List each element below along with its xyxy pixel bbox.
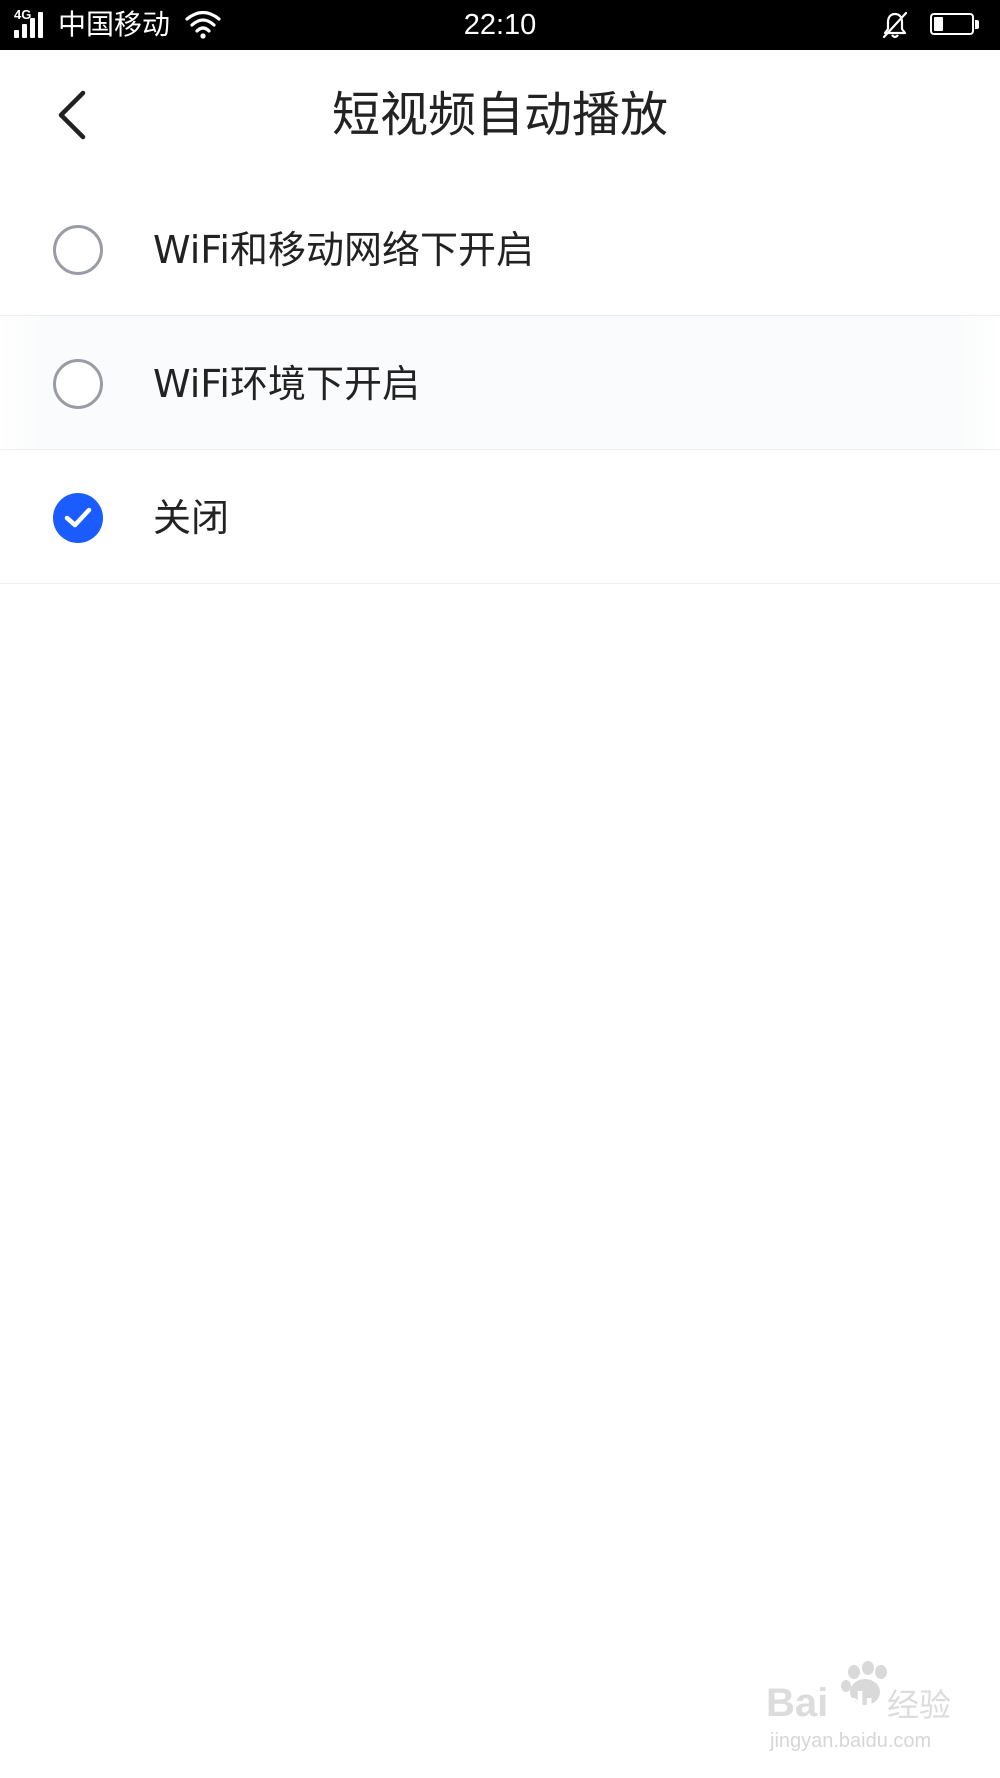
radio-checked-icon[interactable]: [53, 493, 103, 543]
option-wifi-and-mobile[interactable]: WiFi和移动网络下开启: [0, 182, 1000, 316]
svg-text:Bai: Bai: [766, 1681, 828, 1725]
radio-unchecked-icon[interactable]: [53, 359, 103, 409]
watermark-url: jingyan.baidu.com: [770, 1730, 932, 1752]
option-off[interactable]: 关闭: [0, 450, 1000, 584]
svg-text:经验: 经验: [887, 1686, 951, 1724]
option-label: WiFi和移动网络下开启: [153, 228, 534, 272]
baidu-paw-logo: Bai du 经验: [766, 1661, 951, 1725]
option-label: 关闭: [153, 496, 230, 540]
page-title: 短视频自动播放: [331, 87, 668, 143]
status-time: 22:10: [463, 9, 537, 41]
checkmark-icon: [64, 507, 92, 528]
option-wifi-only[interactable]: WiFi环境下开启: [0, 316, 1000, 450]
radio-unchecked-icon[interactable]: [53, 225, 103, 275]
option-label: WiFi环境下开启: [153, 362, 420, 406]
svg-text:du: du: [844, 1686, 886, 1724]
autoplay-options: WiFi和移动网络下开启 WiFi环境下开启 关闭: [0, 182, 1000, 584]
status-bar: 4G 中国移动 22:10: [0, 0, 1000, 50]
baidu-jingyan-watermark: Bai du 经验 jingyan.baidu.com: [762, 1660, 962, 1760]
mute-bell-icon: [882, 11, 908, 39]
header: 短视频自动播放: [0, 50, 1000, 180]
battery-icon: [930, 13, 980, 37]
